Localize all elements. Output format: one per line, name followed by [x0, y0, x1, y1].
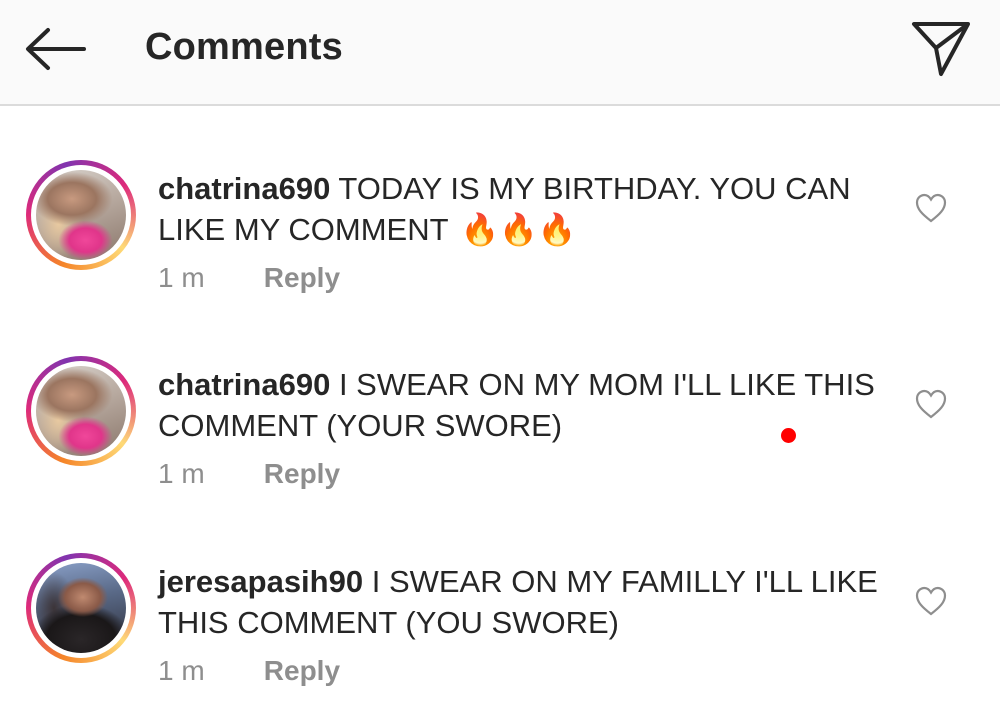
comment-meta: 1 m Reply: [158, 458, 340, 490]
share-button[interactable]: [908, 18, 974, 78]
timestamp: 1 m: [158, 655, 205, 686]
reply-button[interactable]: Reply: [264, 655, 340, 686]
heart-icon[interactable]: [914, 388, 948, 420]
back-button[interactable]: [22, 22, 88, 76]
avatar[interactable]: [36, 170, 126, 260]
reply-button[interactable]: Reply: [264, 262, 340, 293]
username[interactable]: chatrina690: [158, 367, 330, 402]
story-ring[interactable]: [26, 356, 136, 466]
timestamp: 1 m: [158, 262, 205, 293]
avatar[interactable]: [36, 563, 126, 653]
story-ring[interactable]: [26, 160, 136, 270]
reply-button[interactable]: Reply: [264, 458, 340, 489]
heart-icon[interactable]: [914, 585, 948, 617]
heart-icon[interactable]: [914, 192, 948, 224]
comment-text: chatrina690 TODAY IS MY BIRTHDAY. YOU CA…: [158, 168, 888, 251]
comment-item: jeresapasih90 I SWEAR ON MY FAMILLY I'LL…: [0, 553, 1000, 714]
comment-meta: 1 m Reply: [158, 262, 340, 294]
username[interactable]: chatrina690: [158, 171, 330, 206]
timestamp: 1 m: [158, 458, 205, 489]
avatar[interactable]: [36, 366, 126, 456]
arrow-left-icon: [26, 28, 86, 70]
fire-emoji: 🔥🔥🔥: [460, 212, 577, 248]
top-bar: Comments: [0, 0, 1000, 106]
comment-meta: 1 m Reply: [158, 655, 340, 687]
paper-plane-icon: [912, 22, 970, 76]
page-title: Comments: [145, 26, 343, 68]
red-marker-dot: [781, 428, 796, 443]
comment-item: chatrina690 TODAY IS MY BIRTHDAY. YOU CA…: [0, 160, 1000, 330]
comment-item: chatrina690 I SWEAR ON MY MOM I'LL LIKE …: [0, 356, 1000, 526]
comment-text: jeresapasih90 I SWEAR ON MY FAMILLY I'LL…: [158, 561, 888, 643]
story-ring[interactable]: [26, 553, 136, 663]
comment-text: chatrina690 I SWEAR ON MY MOM I'LL LIKE …: [158, 364, 888, 446]
username[interactable]: jeresapasih90: [158, 564, 363, 599]
